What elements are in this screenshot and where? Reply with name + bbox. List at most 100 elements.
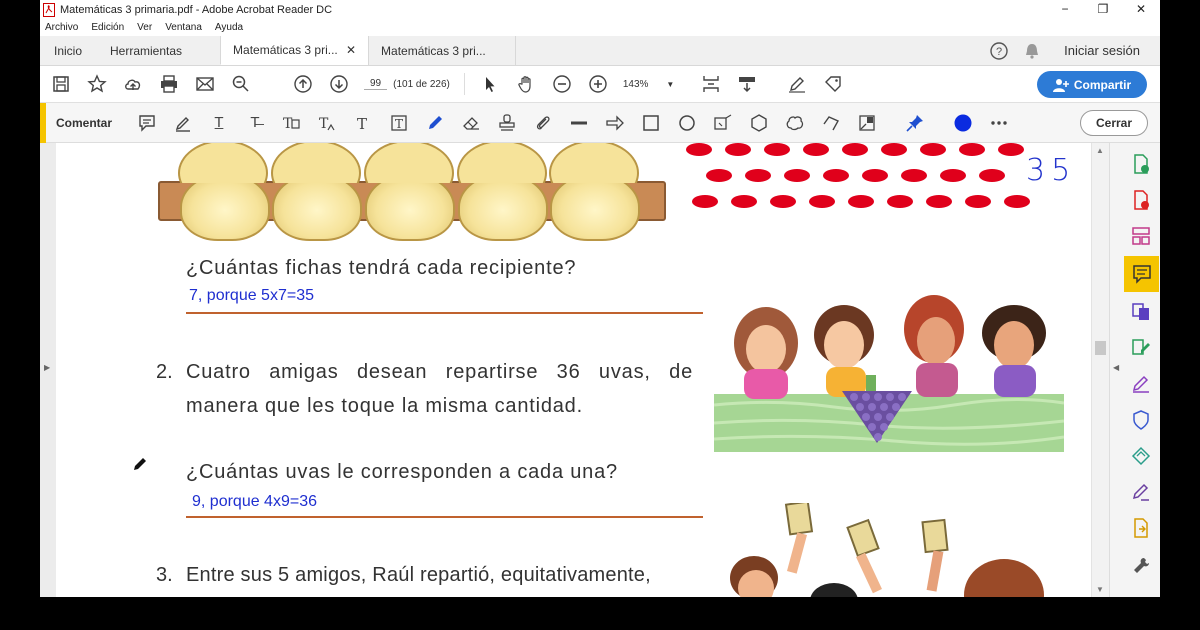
polyline-icon[interactable]	[820, 112, 842, 134]
text-box-icon[interactable]: T	[388, 112, 410, 134]
highlight-icon[interactable]	[172, 112, 194, 134]
toolbar-separator	[463, 73, 465, 95]
stamp-tag-icon[interactable]	[822, 73, 844, 95]
kids-cards-illustration	[730, 503, 1044, 597]
zoom-value: 143%	[622, 78, 649, 90]
person-add-icon	[1052, 78, 1069, 92]
polygon-icon[interactable]	[748, 112, 770, 134]
star-icon[interactable]	[86, 73, 108, 95]
sign-pen-icon[interactable]	[786, 73, 808, 95]
more-options-icon[interactable]	[988, 112, 1010, 134]
callout-icon[interactable]	[712, 112, 734, 134]
zoom-in-icon[interactable]	[587, 73, 609, 95]
pencil-draw-icon[interactable]	[424, 112, 446, 134]
item-2-number: 2.	[156, 361, 173, 383]
menu-archivo[interactable]: Archivo	[45, 22, 78, 33]
pin-icon[interactable]	[904, 112, 926, 134]
attach-file-icon[interactable]	[532, 112, 554, 134]
search-icon[interactable]	[230, 73, 252, 95]
save-icon[interactable]	[50, 73, 72, 95]
item-2-text: Cuatro amigas desean repartirse 36 uvas,…	[186, 361, 693, 417]
export-pdf-icon[interactable]	[1128, 151, 1154, 177]
fill-sign-icon[interactable]	[1128, 371, 1154, 397]
left-pane-toggle[interactable]: ▶	[40, 143, 56, 597]
red-chip	[809, 195, 835, 208]
menu-ayuda[interactable]: Ayuda	[215, 22, 243, 33]
sign-in-link[interactable]: Iniciar sesión	[1064, 43, 1140, 58]
close-comment-button[interactable]: Cerrar	[1080, 110, 1148, 136]
select-cursor-icon[interactable]	[479, 73, 501, 95]
question-2: ¿Cuántas uvas le corresponden a cada una…	[186, 461, 618, 483]
red-chip	[881, 143, 907, 156]
next-page-icon[interactable]	[328, 73, 350, 95]
scroll-mode-icon[interactable]	[736, 73, 758, 95]
protect-shield-icon[interactable]	[1128, 407, 1154, 433]
menu-edicion[interactable]: Edición	[91, 22, 124, 33]
tab-document-2[interactable]: Matemáticas 3 pri...	[368, 36, 517, 65]
document-view[interactable]: 35 ¿Cuántas fichas tendrá cada recipient…	[56, 143, 1091, 597]
help-icon[interactable]: ?	[990, 41, 1008, 60]
menu-bar: Archivo Edición Ver Ventana Ayuda	[40, 19, 1160, 36]
red-chip	[940, 169, 966, 182]
scrollbar-thumb[interactable]	[1095, 341, 1106, 355]
tab-inicio[interactable]: Inicio	[40, 36, 96, 65]
share-label: Compartir	[1073, 77, 1132, 92]
red-chip	[842, 143, 868, 156]
svg-text:T: T	[319, 116, 329, 132]
stamp-icon[interactable]	[496, 112, 518, 134]
zoom-out-icon[interactable]	[551, 73, 573, 95]
scan-enhance-icon[interactable]	[1128, 443, 1154, 469]
combine-files-icon[interactable]	[1128, 299, 1154, 325]
bowl-illustration	[180, 173, 270, 241]
close-window-button[interactable]: ✕	[1122, 0, 1160, 19]
oval-icon[interactable]	[676, 112, 698, 134]
create-pdf-icon[interactable]	[1128, 187, 1154, 213]
bowl-tops-illustration	[178, 143, 639, 183]
scroll-down-icon[interactable]: ▼	[1096, 585, 1104, 594]
replace-text-icon[interactable]: T	[280, 112, 302, 134]
more-tools-wrench-icon[interactable]	[1128, 553, 1154, 579]
send-for-review-icon[interactable]	[1128, 515, 1154, 541]
vertical-scrollbar[interactable]: ▲ ▼	[1091, 143, 1109, 597]
red-chip	[764, 143, 790, 156]
zoom-select[interactable]: 143% ▼	[623, 79, 675, 90]
edit-pdf-icon[interactable]	[1128, 335, 1154, 361]
color-picker-icon[interactable]	[952, 112, 974, 134]
share-button[interactable]: Compartir	[1037, 71, 1147, 98]
shelf-illustration	[158, 173, 666, 241]
underline-text-icon[interactable]: T̲	[208, 112, 230, 134]
bell-icon[interactable]	[1024, 42, 1040, 60]
insert-text-icon[interactable]: T	[316, 112, 338, 134]
cloud-shape-icon[interactable]	[784, 112, 806, 134]
request-signature-icon[interactable]	[1128, 479, 1154, 505]
red-chip	[965, 195, 991, 208]
menu-ver[interactable]: Ver	[137, 22, 152, 33]
fit-page-icon[interactable]	[700, 73, 722, 95]
rectangle-icon[interactable]	[640, 112, 662, 134]
page-number-input[interactable]: 99	[364, 78, 388, 90]
previous-page-icon[interactable]	[292, 73, 314, 95]
comment-tool-icon[interactable]	[1124, 256, 1159, 292]
restore-button[interactable]: ❐	[1084, 0, 1122, 19]
close-tab-icon[interactable]: ✕	[346, 43, 356, 57]
collapse-right-icon[interactable]: ◀	[1113, 363, 1119, 372]
print-icon[interactable]	[158, 73, 180, 95]
menu-ventana[interactable]: Ventana	[165, 22, 202, 33]
scroll-up-icon[interactable]: ▲	[1096, 146, 1104, 155]
eraser-icon[interactable]	[460, 112, 482, 134]
minimize-button[interactable]: −	[1046, 0, 1084, 19]
email-icon[interactable]	[194, 73, 216, 95]
line-icon[interactable]	[568, 112, 590, 134]
tab-document-active[interactable]: Matemáticas 3 pri... ✕	[220, 36, 369, 65]
cloud-upload-icon[interactable]	[122, 73, 144, 95]
add-text-icon[interactable]: T	[352, 112, 374, 134]
tab-herramientas[interactable]: Herramientas	[96, 36, 196, 65]
title-bar: Matemáticas 3 primaria.pdf - Adobe Acrob…	[40, 0, 1160, 19]
hand-tool-icon[interactable]	[515, 73, 537, 95]
organize-pages-icon[interactable]	[1128, 223, 1154, 249]
stamp-shapes-icon[interactable]	[856, 112, 878, 134]
arrow-icon[interactable]	[604, 112, 626, 134]
sticky-note-icon[interactable]	[136, 112, 158, 134]
strikethrough-text-icon[interactable]: T̶	[244, 112, 266, 134]
expand-left-icon: ▶	[44, 363, 51, 372]
